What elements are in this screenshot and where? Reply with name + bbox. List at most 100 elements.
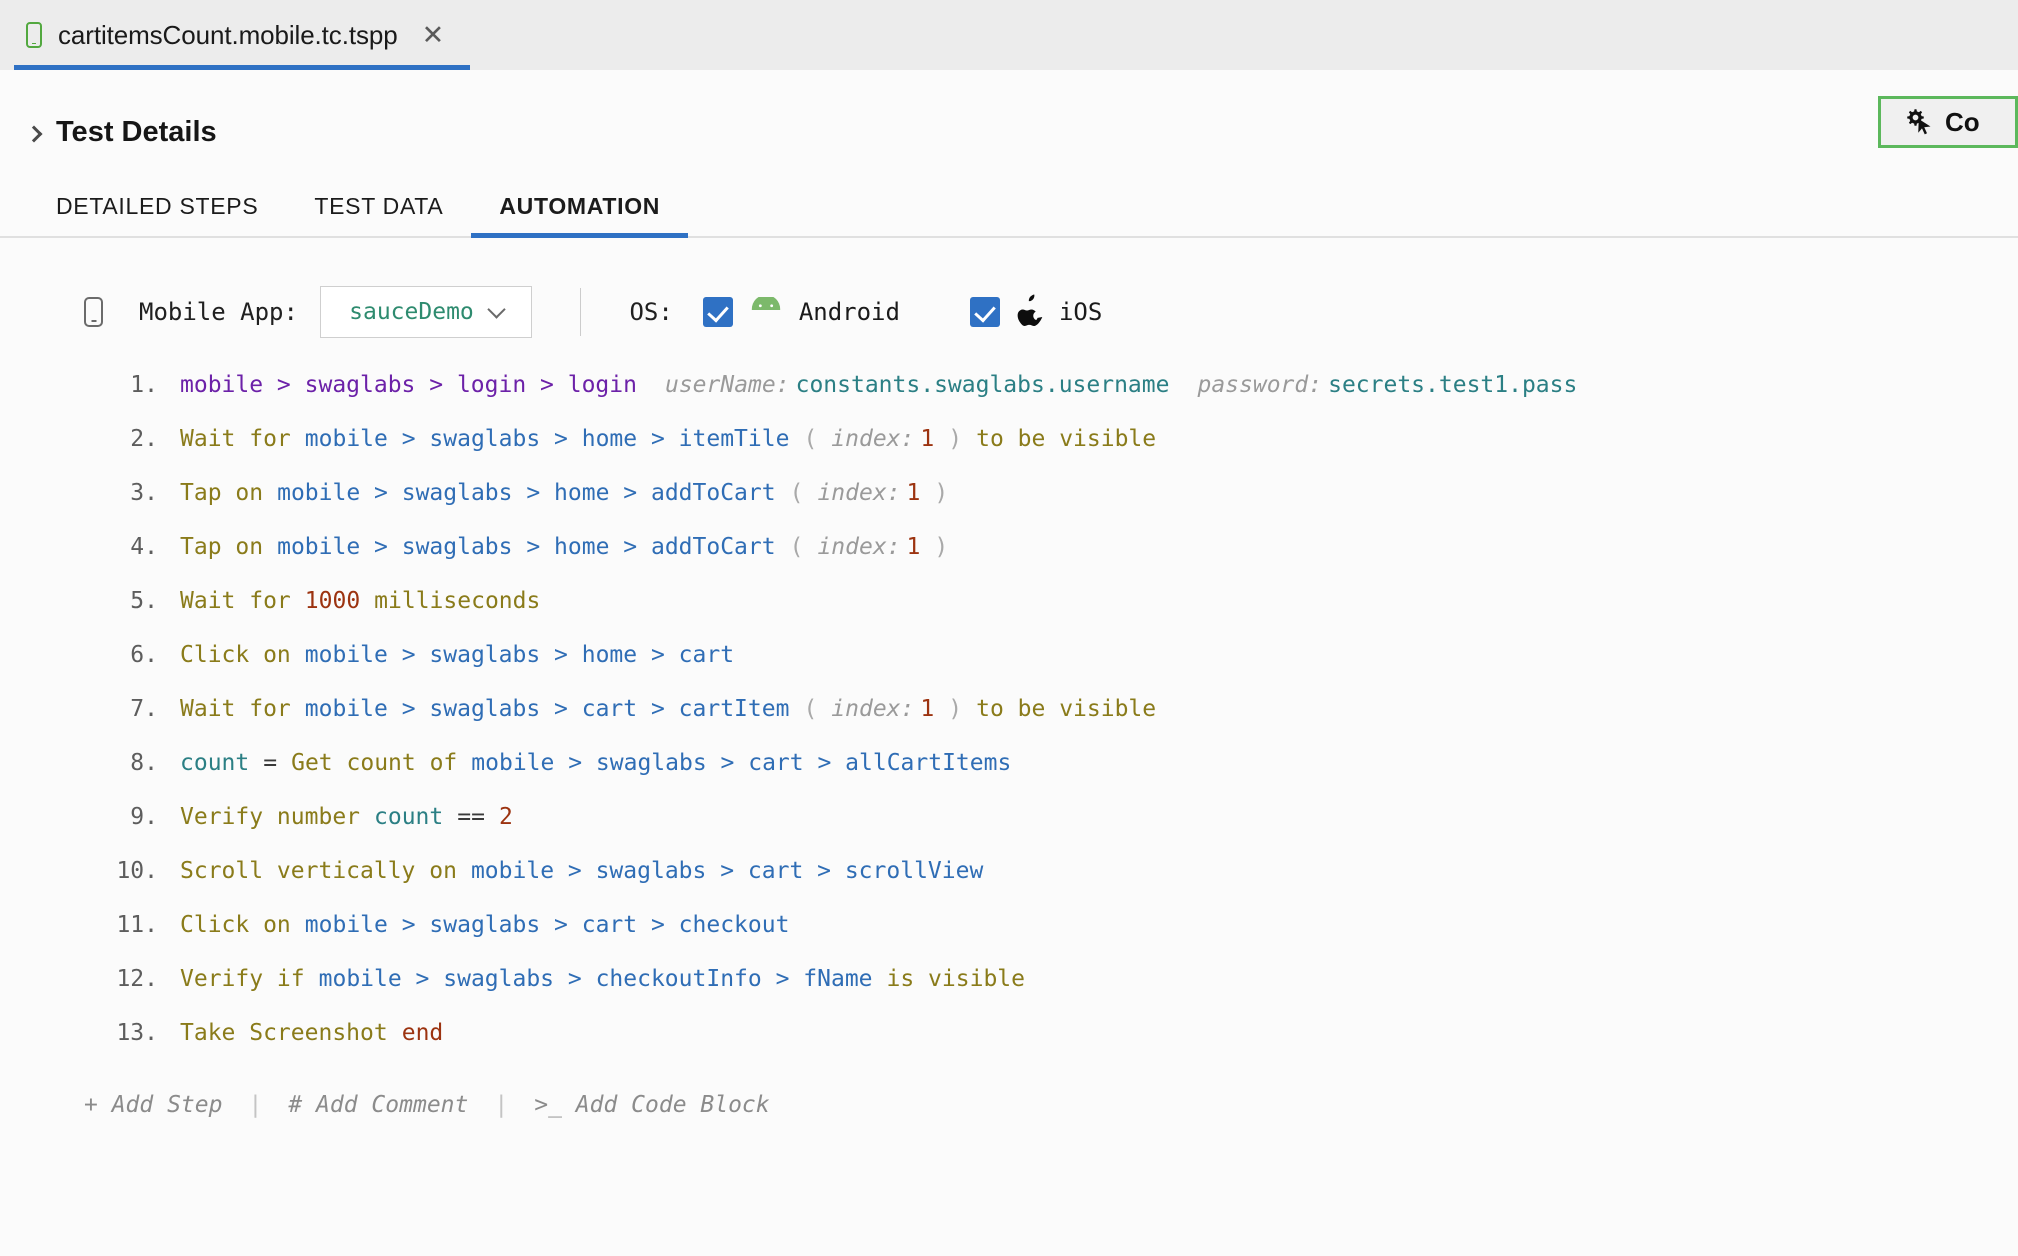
mobile-phone-icon — [26, 22, 42, 48]
step-token: index: — [817, 534, 900, 560]
step-token: ( — [803, 426, 817, 452]
step-token: 1000 — [305, 588, 360, 614]
step-token: end — [402, 1020, 444, 1046]
step-token: Scroll vertically on — [180, 858, 457, 884]
os-label: OS: — [629, 298, 672, 326]
ios-label: iOS — [1059, 298, 1102, 326]
automation-step-row[interactable]: 11.Click onmobile > swaglabs > cart > ch… — [0, 912, 2018, 966]
automation-steps-list: 1.mobile > swaglabs > login > loginuserN… — [0, 338, 2018, 1074]
automation-step-row[interactable]: 9. Verify number count == 2 — [0, 804, 2018, 858]
step-token: Tap on — [180, 534, 263, 560]
mobile-app-select[interactable]: sauceDemo — [320, 286, 532, 338]
step-token: Take Screenshot — [180, 1020, 388, 1046]
step-token: ( — [803, 696, 817, 722]
step-token: Verify if — [180, 966, 305, 992]
step-token: ( — [790, 534, 804, 560]
action-separator: | — [494, 1092, 508, 1118]
step-token: 1 — [907, 534, 921, 560]
automation-step-row[interactable]: 5.Wait for1000milliseconds — [0, 588, 2018, 642]
mobile-device-icon — [84, 297, 103, 327]
apple-icon — [1016, 294, 1043, 331]
android-icon — [749, 297, 783, 328]
ios-checkbox[interactable] — [970, 297, 1000, 327]
editor-tab-cartitemscount[interactable]: cartitemsCount.mobile.tc.tspp ✕ — [0, 0, 470, 70]
add-step-action[interactable]: + Add Step — [84, 1092, 222, 1118]
automation-step-row[interactable]: 4.Tap onmobile > swaglabs > home > addTo… — [0, 534, 2018, 588]
step-token: mobile > swaglabs > cart > allCartItems — [471, 750, 1011, 776]
automation-page: Test Details DETAILED STEPS TEST DATA AU… — [0, 70, 2018, 1118]
os-option-android[interactable]: Android — [703, 297, 900, 328]
close-icon[interactable]: ✕ — [422, 22, 445, 49]
step-token: Tap on — [180, 480, 263, 506]
step-token: mobile > swaglabs > cart > cartItem — [305, 696, 790, 722]
add-code-block-action[interactable]: >_ Add Code Block — [534, 1092, 769, 1118]
step-token: mobile > swaglabs > checkoutInfo > fName — [319, 966, 873, 992]
automation-step-row[interactable]: 10. Scroll vertically on mobile > swaglabs… — [0, 858, 2018, 912]
step-token: ) — [948, 696, 962, 722]
automation-step-row[interactable]: 13. Take Screenshot end — [0, 1020, 2018, 1074]
step-number: 10. — [96, 858, 158, 884]
automation-step-row[interactable]: 8.count=Get count ofmobile > swaglabs > … — [0, 750, 2018, 804]
tab-test-data[interactable]: TEST DATA — [286, 193, 471, 236]
step-token: == — [457, 804, 485, 830]
tab-automation[interactable]: AUTOMATION — [471, 193, 688, 236]
mobile-app-label: Mobile App: — [139, 298, 298, 326]
automation-step-row[interactable]: 2.Wait formobile > swaglabs > home > ite… — [0, 426, 2018, 480]
automation-step-row[interactable]: 1.mobile > swaglabs > login > loginuserN… — [0, 372, 2018, 426]
os-option-ios[interactable]: iOS — [970, 294, 1102, 331]
step-token: is visible — [887, 966, 1025, 992]
step-token: Get count of — [291, 750, 457, 776]
step-token: index: — [831, 696, 914, 722]
step-token: Click on — [180, 642, 291, 668]
automation-step-row[interactable]: 3. Tap on mobile > swaglabs > home > addTo… — [0, 480, 2018, 534]
test-details-header[interactable]: Test Details — [0, 70, 2018, 149]
action-separator: | — [248, 1092, 262, 1118]
tab-detailed-steps[interactable]: DETAILED STEPS — [28, 193, 286, 236]
step-token: mobile > swaglabs > cart > checkout — [305, 912, 790, 938]
step-token: 1 — [920, 426, 934, 452]
step-token: Wait for — [180, 588, 291, 614]
toolbar-divider — [580, 288, 582, 336]
step-token: mobile > swaglabs > cart > scrollView — [471, 858, 983, 884]
step-token: index: — [817, 480, 900, 506]
step-token: secrets.test1.pass — [1328, 372, 1577, 398]
step-token: ) — [934, 480, 948, 506]
step-token: = — [263, 750, 277, 776]
step-number: 7. — [96, 696, 158, 722]
chevron-down-icon — [487, 300, 505, 318]
step-token: password: — [1197, 372, 1322, 398]
automation-step-row[interactable]: 12. Verify if mobile > swaglabs > checkout… — [0, 966, 2018, 1020]
step-token: index: — [831, 426, 914, 452]
step-number: 3. — [96, 480, 158, 506]
page-title: Test Details — [56, 116, 217, 149]
add-comment-action[interactable]: # Add Comment — [288, 1092, 468, 1118]
step-token: mobile > swaglabs > home > itemTile — [305, 426, 790, 452]
step-number: 12. — [96, 966, 158, 992]
automation-toolbar: Mobile App: sauceDemo OS: A — [0, 238, 2018, 338]
android-checkbox[interactable] — [703, 297, 733, 327]
step-token: mobile > swaglabs > login > login — [180, 372, 637, 398]
step-token: count — [180, 750, 249, 776]
step-token: Wait for — [180, 426, 291, 452]
step-token: mobile > swaglabs > home > addToCart — [277, 480, 776, 506]
step-token: milliseconds — [374, 588, 540, 614]
step-token: ( — [790, 480, 804, 506]
chevron-right-icon[interactable] — [26, 125, 43, 142]
step-token: mobile > swaglabs > home > cart — [305, 642, 734, 668]
automation-step-row[interactable]: 6.Click onmobile > swaglabs > home > car… — [0, 642, 2018, 696]
step-token: Wait for — [180, 696, 291, 722]
step-token: 1 — [920, 696, 934, 722]
step-number: 9. — [96, 804, 158, 830]
step-token: count — [374, 804, 443, 830]
automation-step-row[interactable]: 7. Wait for mobile > swaglabs > cart > car… — [0, 696, 2018, 750]
step-token: 1 — [907, 480, 921, 506]
step-number: 11. — [96, 912, 158, 938]
step-token: 2 — [499, 804, 513, 830]
step-token: mobile > swaglabs > home > addToCart — [277, 534, 776, 560]
step-number: 13. — [96, 1020, 158, 1046]
step-token: to be visible — [976, 696, 1156, 722]
step-token: ) — [948, 426, 962, 452]
step-token: Verify number — [180, 804, 360, 830]
step-actions-bar: + Add Step | # Add Comment | >_ Add Code… — [0, 1092, 2018, 1118]
step-token: constants.swaglabs.username — [796, 372, 1170, 398]
